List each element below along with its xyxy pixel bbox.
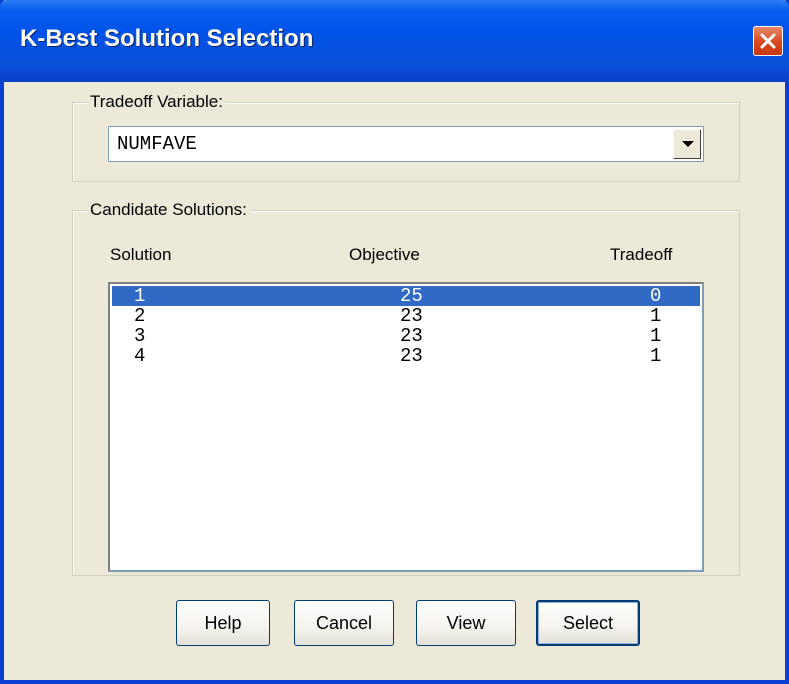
chevron-down-icon (682, 141, 694, 147)
window-title: K-Best Solution Selection (20, 25, 314, 52)
objective-cell: 25 (400, 285, 423, 307)
tradeoff-variable-value: NUMFAVE (117, 133, 197, 155)
column-header-solution: Solution (110, 245, 172, 264)
column-header-tradeoff: Tradeoff (610, 245, 673, 264)
candidate-solutions-list[interactable]: 1 25 0 2 23 1 3 23 1 4 23 1 (108, 282, 704, 572)
tradeoff-variable-label: Tradeoff Variable: (87, 92, 226, 112)
objective-cell: 23 (400, 305, 423, 327)
objective-cell: 23 (400, 345, 423, 367)
title-bar[interactable]: K-Best Solution Selection (0, 0, 789, 82)
list-item[interactable]: 4 23 1 (112, 346, 700, 366)
objective-cell: 23 (400, 325, 423, 347)
column-header-objective: Objective (349, 245, 420, 264)
select-button[interactable]: Select (536, 600, 640, 646)
solution-cell: 1 (134, 285, 146, 307)
candidate-solutions-label: Candidate Solutions: (87, 200, 250, 220)
cancel-button[interactable]: Cancel (294, 600, 394, 646)
solution-cell: 4 (134, 345, 146, 367)
list-item[interactable]: 3 23 1 (112, 326, 700, 346)
tradeoff-cell: 1 (650, 345, 662, 367)
help-button[interactable]: Help (176, 600, 270, 646)
list-item[interactable]: 2 23 1 (112, 306, 700, 326)
tradeoff-variable-combobox[interactable]: NUMFAVE (108, 126, 704, 162)
close-icon (760, 33, 776, 49)
tradeoff-cell: 1 (650, 305, 662, 327)
view-button[interactable]: View (416, 600, 516, 646)
tradeoff-cell: 1 (650, 325, 662, 347)
close-button[interactable] (753, 26, 783, 56)
solution-cell: 3 (134, 325, 146, 347)
tradeoff-cell: 0 (650, 285, 662, 307)
list-item[interactable]: 1 25 0 (112, 286, 700, 306)
solution-cell: 2 (134, 305, 146, 327)
dropdown-button[interactable] (673, 129, 701, 159)
dialog-window: K-Best Solution Selection Tradeoff Varia… (0, 0, 789, 684)
